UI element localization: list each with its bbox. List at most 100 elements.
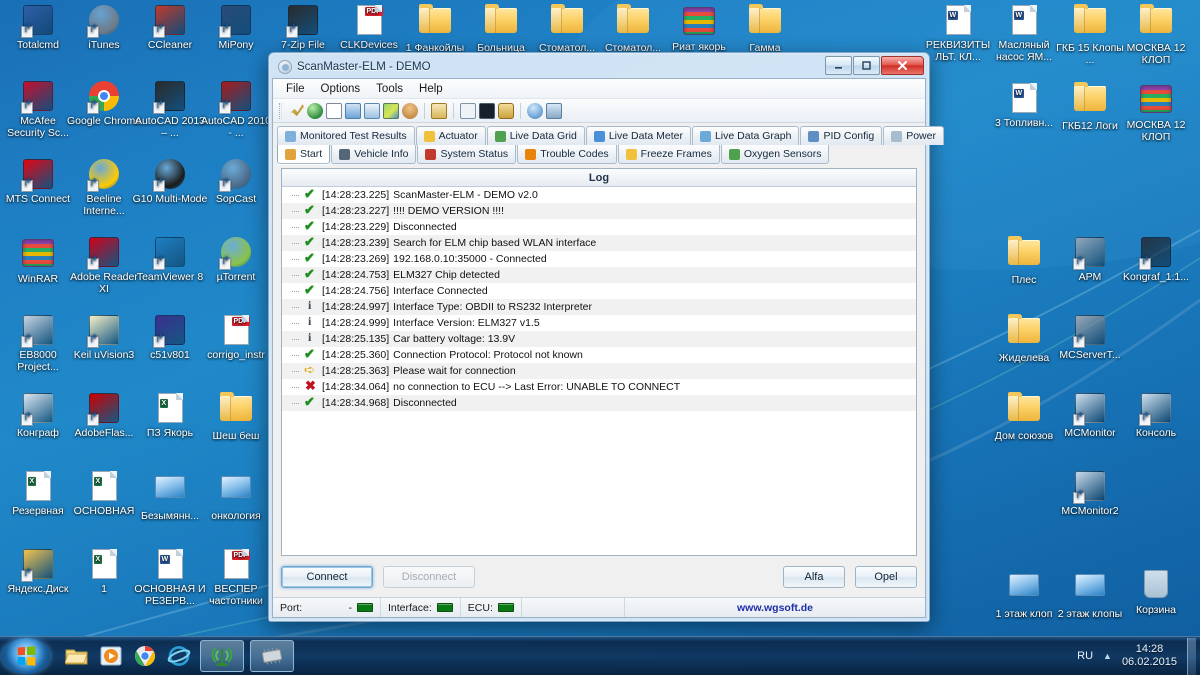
log-entry[interactable]: [14:28:23.239]Search for ELM chip based … bbox=[282, 234, 916, 251]
internet-explorer-icon[interactable] bbox=[164, 641, 194, 671]
user-icon[interactable] bbox=[402, 102, 418, 119]
vehicle-preset-buttons[interactable]: Alfa Opel bbox=[783, 566, 917, 588]
desktop-icon[interactable]: PDF ВЕСПЕР частотники bbox=[198, 548, 274, 607]
desktop-icon[interactable]: Консоль bbox=[1118, 392, 1194, 440]
desktop-icon[interactable]: TeamViewer 8 bbox=[132, 236, 208, 284]
desktop-icon[interactable]: WinRAR bbox=[0, 236, 76, 286]
report-icon[interactable] bbox=[326, 102, 342, 119]
desktop-icon[interactable]: AutoCAD 2010 - ... bbox=[198, 80, 274, 139]
desktop-icon[interactable]: Яндекс.Диск bbox=[0, 548, 76, 596]
device-icon[interactable] bbox=[498, 102, 514, 119]
globe-icon[interactable] bbox=[307, 102, 323, 119]
media-player-icon[interactable] bbox=[96, 641, 126, 671]
desktop-icon[interactable]: МОСКВА 12 КЛОП bbox=[1118, 4, 1194, 66]
task-item-wifi[interactable] bbox=[200, 640, 244, 672]
start-button[interactable] bbox=[2, 638, 50, 674]
log-entry[interactable]: [14:28:23.229]Disconnected bbox=[282, 218, 916, 235]
menu-item-help[interactable]: Help bbox=[412, 81, 450, 97]
menu-item-file[interactable]: File bbox=[279, 81, 312, 97]
desktop-icon[interactable]: ГКБ12 Логи bbox=[1052, 82, 1128, 133]
desktop-icon[interactable]: AdobeFlas... bbox=[66, 392, 142, 440]
desktop-icon[interactable]: Корзина bbox=[1118, 568, 1194, 617]
system-tray[interactable]: RU ▲ 14:28 06.02.2015 bbox=[1077, 637, 1200, 675]
desktop-icon[interactable]: W Масляный насос ЯМ... bbox=[986, 4, 1062, 63]
desktop-icon[interactable]: 1 Фанкойлы bbox=[397, 4, 473, 55]
desktop-icon[interactable]: 2 этаж клопы bbox=[1052, 568, 1128, 621]
menu-item-tools[interactable]: Tools bbox=[369, 81, 410, 97]
desktop-icon[interactable]: Beeline Interne... bbox=[66, 158, 142, 217]
desktop-icon[interactable]: Дом союзов bbox=[986, 392, 1062, 443]
minimize-button[interactable] bbox=[825, 56, 852, 75]
clipboard-icon[interactable] bbox=[431, 102, 447, 119]
toolbar[interactable] bbox=[273, 99, 925, 123]
desktop-icon[interactable]: X1 bbox=[66, 548, 142, 596]
desktop-icon[interactable]: PDF CLKDevices bbox=[331, 4, 407, 52]
disconnect-button[interactable]: Disconnect bbox=[383, 566, 475, 588]
log-entry[interactable]: [14:28:23.227]!!!! DEMO VERSION !!!! bbox=[282, 202, 916, 219]
tab-actuator[interactable]: Actuator bbox=[415, 126, 486, 145]
tab-strip[interactable]: Monitored Test Results Actuator Live Data … bbox=[273, 123, 944, 164]
menu-item-options[interactable]: Options bbox=[314, 81, 368, 97]
log-entry[interactable]: [14:28:24.756]Interface Connected bbox=[282, 282, 916, 299]
tab-oxygen-sensors[interactable]: Oxygen Sensors bbox=[720, 145, 830, 164]
exit-icon[interactable] bbox=[546, 102, 562, 119]
chart-icon[interactable] bbox=[364, 102, 380, 119]
taskbar[interactable]: RU ▲ 14:28 06.02.2015 bbox=[0, 636, 1200, 675]
desktop-icon[interactable]: Гамма bbox=[727, 4, 803, 55]
terminal-window-icon[interactable] bbox=[460, 102, 476, 119]
desktop-icon[interactable]: X ОСНОВНАЯ bbox=[66, 470, 142, 518]
desktop-icon[interactable]: Google Chrome bbox=[66, 80, 142, 128]
desktop-icon[interactable]: MCMonitor2 bbox=[1052, 470, 1128, 518]
tab-vehicle-info[interactable]: Vehicle Info bbox=[331, 145, 417, 164]
tab-system-status[interactable]: System Status bbox=[417, 145, 517, 164]
desktop-icon[interactable]: W РЕКВИЗИТЫ ЛЬТ. КЛ... bbox=[920, 4, 996, 63]
toolbar-grip[interactable] bbox=[279, 102, 282, 119]
desktop-icon[interactable]: Жиделева bbox=[986, 314, 1062, 365]
desktop-icon[interactable]: онкология bbox=[198, 470, 274, 523]
scanmaster-window[interactable]: ScanMaster-ELM - DEMO File Options Tools… bbox=[268, 52, 944, 622]
log-entry[interactable]: [14:28:24.753]ELM327 Chip detected bbox=[282, 266, 916, 283]
tab-freeze-frames[interactable]: Freeze Frames bbox=[617, 145, 720, 164]
log-entry[interactable]: [14:28:34.968]Disconnected bbox=[282, 394, 916, 411]
explorer-icon[interactable] bbox=[62, 641, 92, 671]
grid-icon[interactable] bbox=[345, 102, 361, 119]
desktop-icon[interactable]: MCMonitor bbox=[1052, 392, 1128, 440]
window-controls[interactable] bbox=[825, 56, 924, 75]
desktop-icon[interactable]: SopCast bbox=[198, 158, 274, 206]
desktop-icon[interactable]: MiPony bbox=[198, 4, 274, 52]
tab-trouble-codes[interactable]: Trouble Codes bbox=[517, 145, 617, 164]
log-entry[interactable]: [14:28:24.999]Interface Version: ELM327 … bbox=[282, 314, 916, 331]
action-button-bar[interactable]: Connect Disconnect Alfa Opel bbox=[281, 562, 917, 592]
maximize-button[interactable] bbox=[853, 56, 880, 75]
log-entry[interactable]: [14:28:34.064]no connection to ECU --> L… bbox=[282, 378, 916, 395]
tray-expand-arrow[interactable]: ▲ bbox=[1103, 651, 1112, 661]
window-titlebar[interactable]: ScanMaster-ELM - DEMO bbox=[272, 56, 926, 78]
desktop-icon[interactable]: Keil uVision3 bbox=[66, 314, 142, 362]
quick-launch-bar[interactable] bbox=[62, 641, 194, 671]
desktop-icon[interactable]: EB8000 Project... bbox=[0, 314, 76, 373]
clock[interactable]: 14:28 06.02.2015 bbox=[1122, 643, 1177, 669]
desktop-icon[interactable]: Стоматол... bbox=[595, 4, 671, 55]
desktop-icon[interactable]: µTorrent bbox=[198, 236, 274, 284]
desktop-icon[interactable]: MTS Connect bbox=[0, 158, 76, 206]
alfa-button[interactable]: Alfa bbox=[783, 566, 845, 588]
desktop-icon[interactable]: Стоматол... bbox=[529, 4, 605, 55]
desktop-icon[interactable]: MCServerT... bbox=[1052, 314, 1128, 362]
close-button[interactable] bbox=[881, 56, 924, 75]
tab-pid-config[interactable]: PID Config bbox=[800, 126, 883, 145]
connect-icon[interactable] bbox=[289, 104, 304, 117]
log-panel[interactable]: Log [14:28:23.225]ScanMaster-ELM - DEMO … bbox=[281, 168, 917, 556]
log-entry[interactable]: [14:28:23.269]192.168.0.10:35000 - Conne… bbox=[282, 250, 916, 267]
chrome-icon[interactable] bbox=[130, 641, 160, 671]
desktop-icon[interactable]: Плес bbox=[986, 236, 1062, 287]
connect-button[interactable]: Connect bbox=[281, 566, 373, 588]
desktop-icon[interactable]: X Резервная bbox=[0, 470, 76, 518]
tray-language[interactable]: RU bbox=[1077, 650, 1093, 662]
tab-live-data-grid[interactable]: Live Data Grid bbox=[486, 126, 585, 145]
menu-bar[interactable]: File Options Tools Help bbox=[273, 79, 925, 99]
desktop-icon[interactable]: Kongraf_1.1... bbox=[1118, 236, 1194, 284]
image-icon[interactable] bbox=[383, 102, 399, 119]
desktop-icon[interactable]: W ОСНОВНАЯ И РЕЗЕРВ... bbox=[132, 548, 208, 607]
tab-monitored-test-results[interactable]: Monitored Test Results bbox=[277, 126, 415, 145]
log-entry[interactable]: [14:28:24.997]Interface Type: OBDII to R… bbox=[282, 298, 916, 315]
